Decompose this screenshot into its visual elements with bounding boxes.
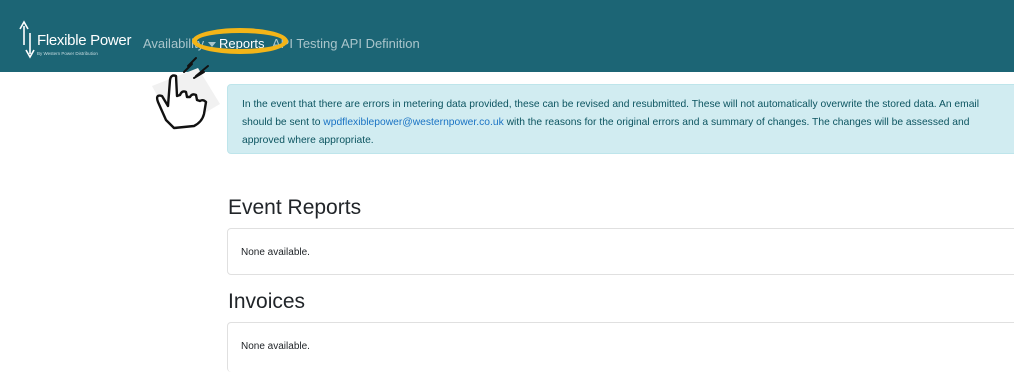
pointing-hand-icon bbox=[152, 57, 220, 130]
event-reports-heading: Event Reports bbox=[228, 196, 362, 219]
flexible-power-logo-icon[interactable] bbox=[18, 18, 36, 60]
metering-errors-notice: In the event that there are errors in me… bbox=[227, 84, 1014, 154]
event-reports-card: None available. bbox=[227, 228, 1014, 275]
brand-tagline: By Western Power Distribution bbox=[37, 51, 98, 56]
invoices-empty-text: None available. bbox=[241, 341, 310, 352]
invoices-heading: Invoices bbox=[228, 290, 306, 313]
brand-name[interactable]: Flexible Power bbox=[37, 32, 131, 49]
event-reports-empty-text: None available. bbox=[241, 247, 310, 258]
support-email-link[interactable]: wpdflexiblepower@westernpower.co.uk bbox=[323, 117, 503, 128]
nav-api-definition[interactable]: API Definition bbox=[341, 36, 420, 51]
nav-api-testing[interactable]: API Testing bbox=[272, 36, 338, 51]
invoices-card: None available. bbox=[227, 322, 1014, 372]
